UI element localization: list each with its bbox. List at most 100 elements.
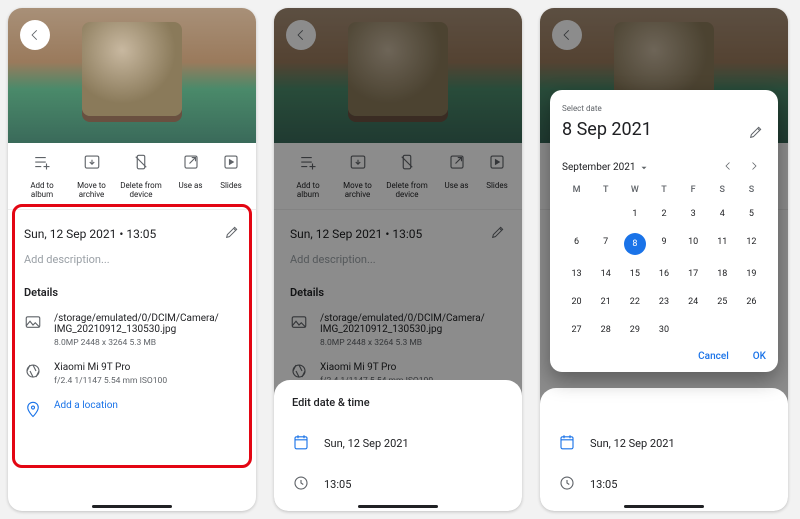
gesture-bar — [624, 505, 704, 508]
archive-icon — [83, 153, 101, 175]
gesture-bar — [358, 505, 438, 508]
calendar-dow: M — [562, 185, 591, 195]
photo-datetime: Sun, 12 Sep 2021 • 13:05 — [24, 227, 156, 241]
calendar-day[interactable]: 23 — [649, 293, 678, 311]
datepicker-manual-input-button[interactable] — [748, 124, 764, 143]
detail-location[interactable]: Add a location — [24, 400, 240, 421]
triangle-down-icon — [639, 163, 649, 173]
calendar-day[interactable]: 25 — [708, 293, 737, 311]
calendar-icon — [558, 433, 576, 454]
file-path: /storage/emulated/0/DCIM/Camera/ IMG_202… — [54, 313, 219, 335]
action-move-to-archive[interactable]: Move to archive — [70, 153, 114, 199]
calendar-day[interactable]: 17 — [679, 265, 708, 283]
calendar-day — [562, 205, 591, 223]
action-row: Add to album Move to archive Delete from… — [8, 143, 256, 210]
calendar-day[interactable]: 20 — [562, 293, 591, 311]
chevron-left-icon — [722, 160, 734, 172]
action-label: Slides — [220, 181, 242, 190]
detail-camera: Xiaomi Mi 9T Pro f/2.4 1/1147 5.54 mm IS… — [24, 362, 240, 386]
edit-time-value: 13:05 — [590, 478, 617, 491]
camera-model: Xiaomi Mi 9T Pro — [54, 362, 167, 373]
clock-icon — [292, 474, 310, 495]
location-pin-icon — [24, 400, 42, 421]
slideshow-icon — [222, 153, 240, 175]
calendar-day[interactable]: 16 — [649, 265, 678, 283]
calendar-day[interactable]: 15 — [620, 265, 649, 283]
info-sheet: Sun, 12 Sep 2021 • 13:05 Add description… — [8, 210, 256, 435]
edit-datetime-sheet: Edit date & time Sun, 12 Sep 2021 13:05 — [274, 380, 522, 511]
aperture-icon — [24, 362, 42, 386]
chevron-right-icon — [748, 160, 760, 172]
calendar-day[interactable]: 18 — [708, 265, 737, 283]
action-add-to-album[interactable]: Add to album — [20, 153, 64, 199]
back-button[interactable] — [20, 20, 50, 50]
sheet-title: Edit date & time — [292, 396, 504, 409]
datepicker-selected-heading: 8 Sep 2021 — [562, 119, 766, 140]
photo-preview — [8, 8, 256, 143]
month-label: September 2021 — [562, 162, 635, 173]
action-slideshow[interactable]: Slides — [218, 153, 244, 199]
edit-datetime-button[interactable] — [224, 224, 240, 243]
datepicker-label: Select date — [562, 104, 766, 113]
calendar-day[interactable]: 8 — [620, 233, 649, 255]
gesture-bar — [92, 505, 172, 508]
calendar-day[interactable]: 27 — [562, 321, 591, 339]
calendar-day[interactable]: 28 — [591, 321, 620, 339]
clock-icon — [558, 474, 576, 495]
calendar-grid: MTWTFSS123456789101112131415161718192021… — [562, 185, 766, 339]
calendar-dow: S — [737, 185, 766, 195]
open-in-icon — [182, 153, 200, 175]
calendar-dow: T — [591, 185, 620, 195]
month-dropdown[interactable]: September 2021 — [562, 162, 649, 173]
detail-file: /storage/emulated/0/DCIM/Camera/ IMG_202… — [24, 313, 240, 348]
action-label: Move to archive — [70, 181, 114, 199]
calendar-day[interactable]: 12 — [737, 233, 766, 255]
calendar-dow: S — [708, 185, 737, 195]
calendar-icon — [292, 433, 310, 454]
calendar-day[interactable]: 26 — [737, 293, 766, 311]
calendar-day[interactable]: 5 — [737, 205, 766, 223]
image-icon — [24, 313, 42, 348]
details-heading: Details — [24, 286, 240, 299]
prev-month-button[interactable] — [716, 164, 740, 175]
edit-time-row[interactable]: 13:05 — [292, 464, 504, 505]
calendar-dow: W — [620, 185, 649, 195]
edit-date-value: Sun, 12 Sep 2021 — [590, 437, 675, 450]
datepicker-ok-button[interactable]: OK — [753, 351, 766, 362]
phone-datepicker: Add to album Move to archive Delete from… — [540, 8, 788, 511]
action-delete-from-device[interactable]: Delete from device — [119, 153, 163, 199]
calendar-day[interactable]: 29 — [620, 321, 649, 339]
add-location-link[interactable]: Add a location — [54, 400, 118, 411]
calendar-day[interactable]: 2 — [649, 205, 678, 223]
datepicker-cancel-button[interactable]: Cancel — [698, 351, 729, 362]
calendar-day[interactable]: 21 — [591, 293, 620, 311]
pencil-icon — [224, 224, 240, 240]
calendar-day[interactable]: 6 — [562, 233, 591, 255]
calendar-day[interactable]: 22 — [620, 293, 649, 311]
calendar-day[interactable]: 11 — [708, 233, 737, 255]
calendar-day-selected[interactable]: 8 — [624, 233, 646, 255]
action-label: Add to album — [20, 181, 64, 199]
edit-time-value: 13:05 — [324, 478, 351, 491]
calendar-day[interactable]: 3 — [679, 205, 708, 223]
edit-date-row: Sun, 12 Sep 2021 — [558, 423, 770, 464]
calendar-day[interactable]: 30 — [649, 321, 678, 339]
calendar-day[interactable]: 19 — [737, 265, 766, 283]
edit-date-row[interactable]: Sun, 12 Sep 2021 — [292, 423, 504, 464]
date-picker-dialog: Select date 8 Sep 2021 September 2021 MT… — [550, 90, 778, 372]
playlist-add-icon — [33, 153, 51, 175]
calendar-day[interactable]: 24 — [679, 293, 708, 311]
calendar-day[interactable]: 7 — [591, 233, 620, 255]
calendar-day[interactable]: 9 — [649, 233, 678, 255]
calendar-day[interactable]: 1 — [620, 205, 649, 223]
calendar-day[interactable]: 10 — [679, 233, 708, 255]
action-label: Use as — [178, 181, 202, 190]
next-month-button[interactable] — [742, 164, 766, 175]
calendar-day[interactable]: 4 — [708, 205, 737, 223]
edit-time-row: 13:05 — [558, 464, 770, 505]
phone-info: Add to album Move to archive Delete from… — [8, 8, 256, 511]
description-input[interactable]: Add description... — [24, 253, 240, 266]
action-use-as[interactable]: Use as — [169, 153, 213, 199]
calendar-day[interactable]: 14 — [591, 265, 620, 283]
calendar-day[interactable]: 13 — [562, 265, 591, 283]
